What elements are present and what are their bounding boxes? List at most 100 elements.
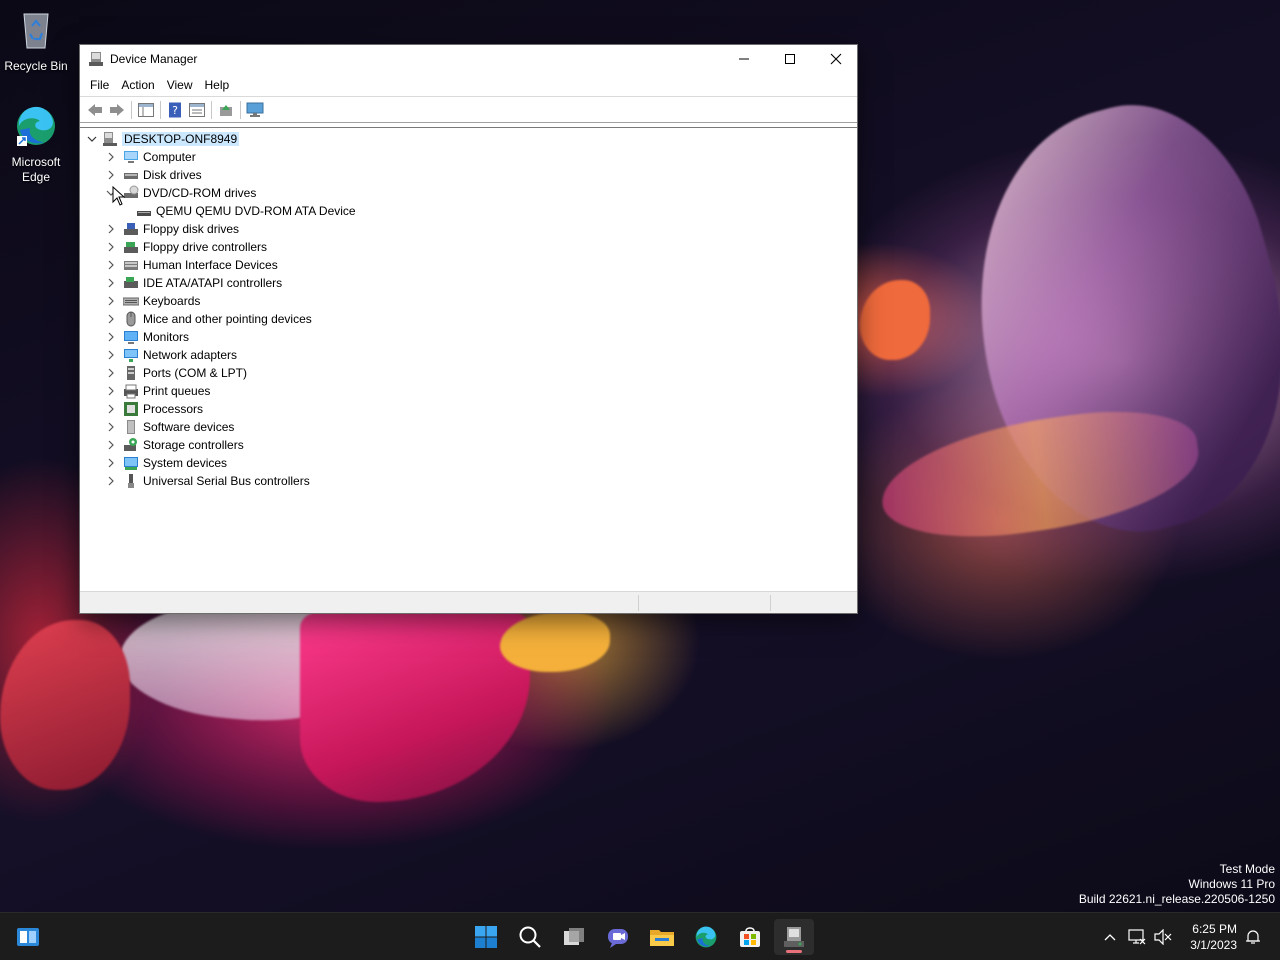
tree-device-qemu-qemu-dvd-rom-ata-device[interactable]: QEMU QEMU DVD-ROM ATA Device xyxy=(130,202,356,220)
title-bar[interactable]: Device Manager xyxy=(80,45,857,73)
task-view-button[interactable] xyxy=(554,919,594,955)
notifications-button[interactable] xyxy=(1240,919,1266,955)
expand-chevron-icon[interactable] xyxy=(105,331,117,343)
search-button[interactable] xyxy=(510,919,550,955)
edge-icon xyxy=(695,926,717,948)
menu-view[interactable]: View xyxy=(161,73,199,97)
expand-chevron-icon[interactable] xyxy=(105,403,117,415)
clock[interactable]: 6:25 PM 3/1/2023 xyxy=(1180,922,1237,952)
expand-chevron-icon[interactable] xyxy=(105,169,117,181)
volume-muted-icon xyxy=(1154,929,1172,945)
expand-chevron-icon[interactable] xyxy=(105,421,117,433)
maximize-icon xyxy=(785,54,795,64)
tree-category-storage-controllers[interactable]: Storage controllers xyxy=(105,436,244,454)
tree-category-monitors[interactable]: Monitors xyxy=(105,328,189,346)
expand-chevron-icon[interactable] xyxy=(105,223,117,235)
mouse-cursor-icon xyxy=(112,186,126,206)
tree-category-universal-serial-bus-controllers[interactable]: Universal Serial Bus controllers xyxy=(105,472,310,490)
maximize-button[interactable] xyxy=(767,45,813,73)
tree-category-dvd-cd-rom-drives[interactable]: DVD/CD-ROM drives xyxy=(105,184,256,202)
forward-arrow-icon xyxy=(110,103,124,116)
expand-chevron-icon[interactable] xyxy=(105,313,117,325)
network-button[interactable] xyxy=(1124,919,1150,955)
monitors-icon xyxy=(124,331,138,344)
forward-button[interactable] xyxy=(106,100,128,120)
floppy-drive-controllers-icon xyxy=(124,242,138,253)
tree-category-human-interface-devices[interactable]: Human Interface Devices xyxy=(105,256,278,274)
tree-category-label: IDE ATA/ATAPI controllers xyxy=(143,276,283,290)
console-tree-icon xyxy=(138,102,154,117)
properties-icon xyxy=(189,102,205,117)
back-button[interactable] xyxy=(84,100,106,120)
properties-button[interactable] xyxy=(186,100,208,120)
tree-category-label: Monitors xyxy=(143,330,190,344)
tree-category-disk-drives[interactable]: Disk drives xyxy=(105,166,202,184)
device-tree-pane[interactable]: DESKTOP-ONF8949 Computer Disk drives DVD/C… xyxy=(80,127,857,591)
store-button[interactable] xyxy=(730,919,770,955)
tree-category-keyboards[interactable]: Keyboards xyxy=(105,292,200,310)
tree-category-label: Floppy disk drives xyxy=(143,222,240,236)
collapse-chevron-icon[interactable] xyxy=(86,133,98,145)
close-button[interactable] xyxy=(813,45,859,73)
expand-chevron-icon[interactable] xyxy=(105,277,117,289)
device-manager-taskbar-button[interactable] xyxy=(774,919,814,955)
tree-category-network-adapters[interactable]: Network adapters xyxy=(105,346,237,364)
tree-category-label: Disk drives xyxy=(143,168,202,182)
dvd-drive-device-icon xyxy=(137,211,151,216)
tree-category-system-devices[interactable]: System devices xyxy=(105,454,227,472)
network-icon xyxy=(1128,929,1146,945)
widgets-button[interactable] xyxy=(8,919,48,955)
expand-chevron-icon[interactable] xyxy=(105,349,117,361)
tree-category-software-devices[interactable]: Software devices xyxy=(105,418,234,436)
tree-category-mice-and-other-pointing-devices[interactable]: Mice and other pointing devices xyxy=(105,310,312,328)
expand-chevron-icon[interactable] xyxy=(105,367,117,379)
tree-category-label: Floppy drive controllers xyxy=(143,240,268,254)
expand-chevron-icon[interactable] xyxy=(105,151,117,163)
task-view-icon xyxy=(564,928,584,945)
tree-category-computer[interactable]: Computer xyxy=(105,148,196,166)
edge-taskbar-button[interactable] xyxy=(686,919,726,955)
computer-root-icon xyxy=(103,132,117,146)
expand-chevron-icon[interactable] xyxy=(105,385,117,397)
menu-help[interactable]: Help xyxy=(199,73,236,97)
tree-category-label: Print queues xyxy=(143,384,211,398)
tree-category-ide-ata-atapi-controllers[interactable]: IDE ATA/ATAPI controllers xyxy=(105,274,282,292)
scan-monitor-icon xyxy=(246,102,264,117)
chat-button[interactable] xyxy=(598,919,638,955)
show-hide-console-tree-button[interactable] xyxy=(135,100,157,120)
expand-chevron-icon[interactable] xyxy=(105,241,117,253)
expand-chevron-icon[interactable] xyxy=(105,457,117,469)
menu-action[interactable]: Action xyxy=(115,73,160,97)
edge-shortcut[interactable]: Microsoft Edge xyxy=(0,104,72,185)
expand-chevron-icon[interactable] xyxy=(105,475,117,487)
update-driver-icon xyxy=(220,104,232,116)
file-explorer-button[interactable] xyxy=(642,919,682,955)
help-button[interactable]: ? xyxy=(164,100,186,120)
minimize-button[interactable] xyxy=(721,45,767,73)
tree-category-ports-com-lpt[interactable]: Ports (COM & LPT) xyxy=(105,364,247,382)
volume-button[interactable] xyxy=(1150,919,1176,955)
root-computer-name: DESKTOP-ONF8949 xyxy=(122,132,240,146)
tree-category-print-queues[interactable]: Print queues xyxy=(105,382,210,400)
update-driver-button[interactable] xyxy=(215,100,237,120)
tree-category-label: Software devices xyxy=(143,420,235,434)
scan-hardware-changes-button[interactable] xyxy=(244,100,266,120)
search-icon xyxy=(519,926,541,948)
tree-category-label: Network adapters xyxy=(143,348,238,362)
start-button[interactable] xyxy=(466,919,506,955)
expand-chevron-icon[interactable] xyxy=(105,259,117,271)
menu-file[interactable]: File xyxy=(84,73,115,97)
tree-category-label: Universal Serial Bus controllers xyxy=(143,474,310,488)
tree-root[interactable]: DESKTOP-ONF8949 xyxy=(86,130,240,148)
svg-text:?: ? xyxy=(172,104,178,117)
tree-category-floppy-drive-controllers[interactable]: Floppy drive controllers xyxy=(105,238,267,256)
show-hidden-icons-button[interactable] xyxy=(1094,919,1126,955)
notification-bell-icon xyxy=(1246,930,1260,944)
expand-chevron-icon[interactable] xyxy=(105,439,117,451)
recycle-bin-shortcut[interactable]: Recycle Bin xyxy=(0,8,72,73)
expand-chevron-icon[interactable] xyxy=(105,295,117,307)
tree-category-floppy-disk-drives[interactable]: Floppy disk drives xyxy=(105,220,239,238)
tree-category-processors[interactable]: Processors xyxy=(105,400,203,418)
toolbar-separator xyxy=(160,100,161,119)
print-queues-icon xyxy=(124,384,138,399)
